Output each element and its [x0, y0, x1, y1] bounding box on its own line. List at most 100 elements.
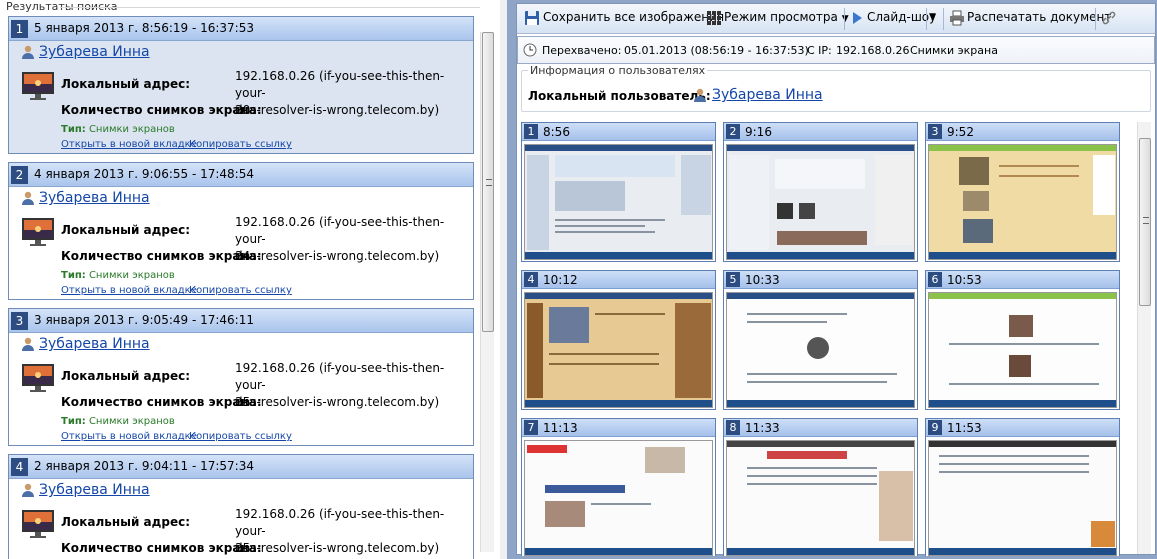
- local-address-label: Локальный адрес:: [61, 515, 190, 529]
- slideshow-dropdown[interactable]: ▼: [929, 12, 936, 22]
- result-card[interactable]: 2 4 января 2013 г. 9:06:55 - 17:48:54 Зу…: [8, 162, 474, 300]
- screenshot-grid: 1 8:56 2 9:16 3 9:52 4 10:12 5 10:33 6 10:53: [521, 122, 1127, 556]
- result-header[interactable]: 1 5 января 2013 г. 8:56:19 - 16:37:53: [9, 17, 473, 41]
- open-new-tab-link[interactable]: Открыть в новой вкладке: [61, 431, 197, 442]
- scrollbar-thumb[interactable]: [482, 32, 494, 332]
- tile-time: 10:12: [543, 273, 578, 287]
- monitor-icon: [22, 72, 54, 100]
- local-user-link[interactable]: Зубарева Инна: [712, 87, 823, 103]
- screenshot-count-label: Количество снимков экрана:: [61, 249, 262, 263]
- user-link[interactable]: Зубарева Инна: [39, 44, 150, 60]
- result-card[interactable]: 1 5 января 2013 г. 8:56:19 - 16:37:53 Зу…: [8, 16, 474, 154]
- result-date: 4 января 2013 г. 9:06:55 - 17:48:54: [34, 167, 254, 181]
- tile-time: 11:53: [947, 421, 982, 435]
- search-results-panel: Результаты поиска 1 5 января 2013 г. 8:5…: [0, 0, 500, 559]
- floppy-icon: [525, 11, 539, 25]
- tile-number: 1: [524, 124, 538, 139]
- screenshot-thumbnail[interactable]: [928, 292, 1117, 408]
- screenshot-tile[interactable]: 7 11:13: [521, 418, 716, 556]
- result-type: Тип: Снимки экранов: [61, 270, 175, 281]
- screenshot-thumbnail[interactable]: [726, 440, 915, 556]
- result-number: 4: [11, 458, 28, 476]
- monitor-icon: [22, 510, 54, 538]
- tile-time: 9:52: [947, 125, 974, 139]
- screenshot-count-label: Количество снимков экрана:: [61, 103, 262, 117]
- capture-info-bar: Перехвачено: 05.01.2013 (08:56:19 - 16:3…: [517, 36, 1155, 64]
- save-all-button[interactable]: Сохранить все изображения: [543, 10, 724, 24]
- capture-kind: Снимки экрана: [910, 44, 998, 57]
- captured-label: Перехвачено:: [542, 44, 622, 57]
- user-icon: [22, 191, 34, 205]
- result-number: 1: [11, 20, 28, 38]
- ip-label: С IP:: [807, 44, 832, 57]
- open-new-tab-link[interactable]: Открыть в новой вкладке: [61, 285, 197, 296]
- screenshot-tile[interactable]: 8 11:33: [723, 418, 918, 556]
- screenshot-tile[interactable]: 3 9:52: [925, 122, 1120, 262]
- local-address-label: Локальный адрес:: [61, 369, 190, 383]
- link-icon[interactable]: [1101, 10, 1117, 26]
- result-card[interactable]: 3 3 января 2013 г. 9:05:49 - 17:46:11 Зу…: [8, 308, 474, 446]
- result-card[interactable]: 4 2 января 2013 г. 9:04:11 - 17:57:34 Зу…: [8, 454, 474, 559]
- user-link[interactable]: Зубарева Инна: [39, 190, 150, 206]
- screenshot-count-label: Количество снимков экрана:: [61, 395, 262, 409]
- user-info-group: Информация о пользователях Локальный пол…: [521, 64, 1151, 112]
- screenshot-thumbnail[interactable]: [928, 144, 1117, 260]
- user-icon: [22, 483, 34, 497]
- grid-icon: [707, 11, 721, 25]
- open-new-tab-link[interactable]: Открыть в новой вкладке: [61, 139, 197, 150]
- result-type: Тип: Снимки экранов: [61, 124, 175, 135]
- screenshot-tile[interactable]: 2 9:16: [723, 122, 918, 262]
- print-button[interactable]: Распечатать документ: [967, 10, 1111, 24]
- result-header[interactable]: 3 3 января 2013 г. 9:05:49 - 17:46:11: [9, 309, 473, 333]
- copy-link[interactable]: Копировать ссылку: [189, 285, 292, 296]
- user-icon: [22, 337, 34, 351]
- chevron-down-icon: ▼: [841, 14, 849, 24]
- results-scrollbar[interactable]: [480, 32, 494, 552]
- tile-number: 6: [928, 272, 942, 287]
- tile-time: 9:16: [745, 125, 772, 139]
- result-header[interactable]: 2 4 января 2013 г. 9:06:55 - 17:48:54: [9, 163, 473, 187]
- local-address-label: Локальный адрес:: [61, 223, 190, 237]
- screenshot-tile[interactable]: 1 8:56: [521, 122, 716, 262]
- copy-link[interactable]: Копировать ссылку: [189, 431, 292, 442]
- monitor-icon: [22, 364, 54, 392]
- user-link[interactable]: Зубарева Инна: [39, 482, 150, 498]
- screenshot-thumbnail[interactable]: [524, 292, 713, 408]
- grid-scrollbar[interactable]: [1137, 122, 1151, 554]
- tile-time: 10:53: [947, 273, 982, 287]
- splitter[interactable]: [500, 0, 507, 559]
- screenshot-tile[interactable]: 4 10:12: [521, 270, 716, 410]
- tile-number: 8: [726, 420, 740, 435]
- screenshot-tile[interactable]: 6 10:53: [925, 270, 1120, 410]
- scrollbar-thumb[interactable]: [1139, 138, 1151, 306]
- tile-number: 9: [928, 420, 942, 435]
- screenshot-thumbnail[interactable]: [524, 144, 713, 260]
- play-icon: [853, 12, 862, 24]
- toolbar: Сохранить все изображения Режим просмотр…: [517, 4, 1155, 34]
- result-header[interactable]: 4 2 января 2013 г. 9:04:11 - 17:57:34: [9, 455, 473, 479]
- results-list: 1 5 января 2013 г. 8:56:19 - 16:37:53 Зу…: [0, 16, 478, 559]
- local-address-value: 192.168.0.26 (if-you-see-this-then-your-…: [235, 361, 445, 409]
- screenshot-count-value: 25: [235, 395, 251, 409]
- view-mode-button[interactable]: Режим просмотра ▼: [724, 10, 849, 24]
- user-icon: [694, 88, 706, 102]
- tile-number: 3: [928, 124, 942, 139]
- monitor-icon: [22, 218, 54, 246]
- user-link[interactable]: Зубарева Инна: [39, 336, 150, 352]
- details-panel: Сохранить все изображения Режим просмотр…: [516, 3, 1156, 556]
- screenshot-tile[interactable]: 9 11:53: [925, 418, 1120, 556]
- screenshot-tile[interactable]: 5 10:33: [723, 270, 918, 410]
- screenshot-thumbnail[interactable]: [726, 292, 915, 408]
- local-address-value: 192.168.0.26 (if-you-see-this-then-your-…: [235, 507, 445, 555]
- user-icon: [22, 45, 34, 59]
- tile-number: 5: [726, 272, 740, 287]
- screenshot-thumbnail[interactable]: [928, 440, 1117, 556]
- screenshot-thumbnail[interactable]: [726, 144, 915, 260]
- screenshot-count-value: 25: [235, 541, 251, 555]
- result-type: Тип: Снимки экранов: [61, 416, 175, 427]
- title-divider: [60, 7, 480, 8]
- copy-link[interactable]: Копировать ссылку: [189, 139, 292, 150]
- screenshot-thumbnail[interactable]: [524, 440, 713, 556]
- tile-time: 10:33: [745, 273, 780, 287]
- ip-value: 192.168.0.26: [836, 44, 910, 57]
